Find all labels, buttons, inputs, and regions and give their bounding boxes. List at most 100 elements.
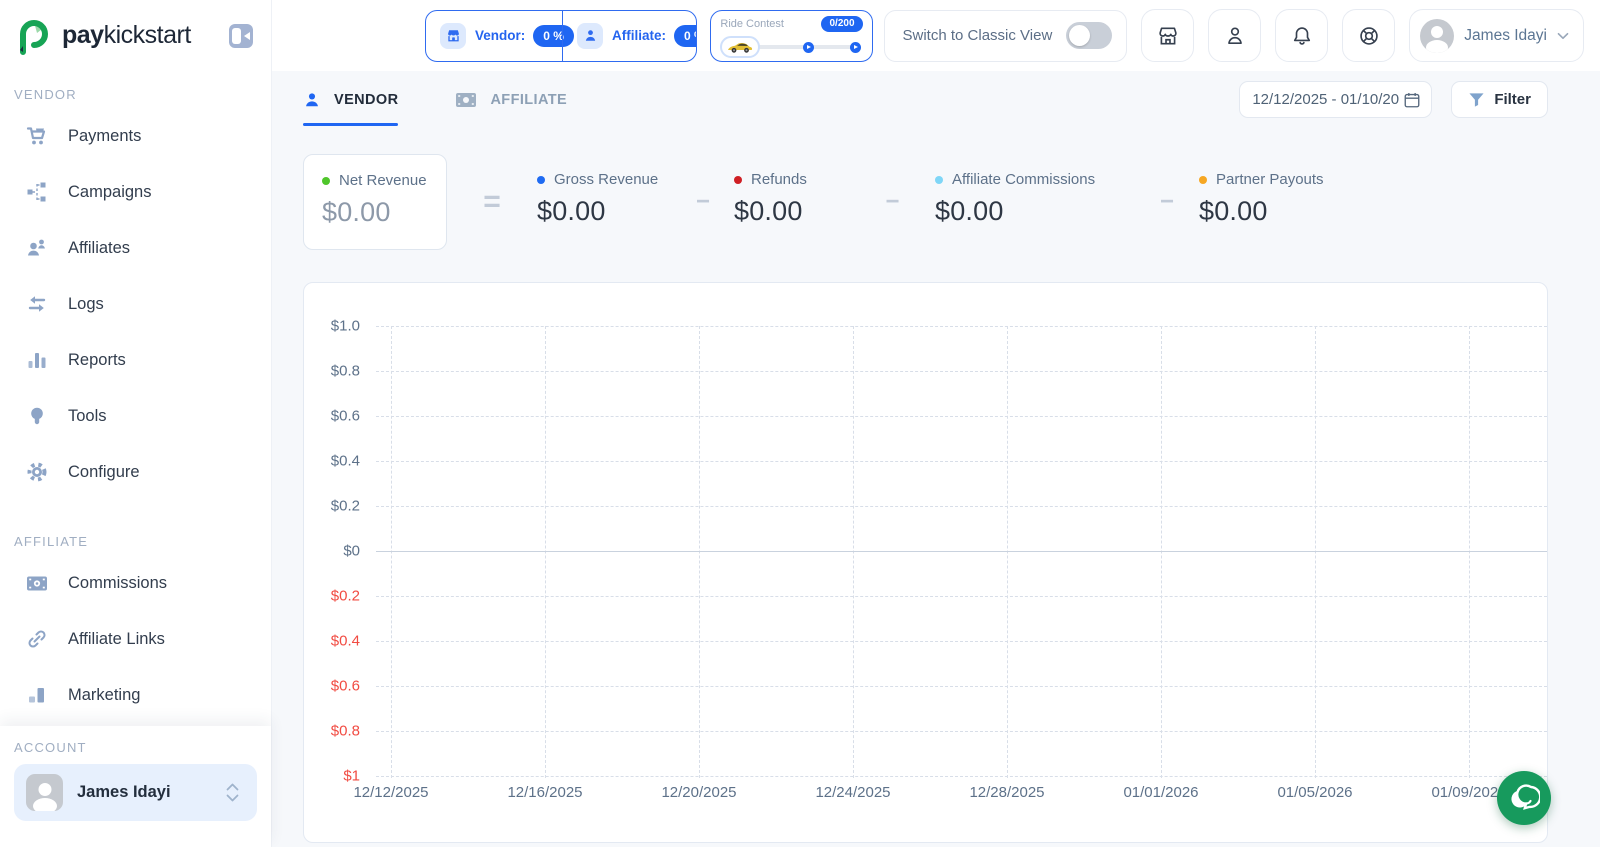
main-column: Vendor: 0 % Affiliate: 0 % Ride Contest … <box>272 0 1600 847</box>
storefront-icon <box>1157 25 1179 47</box>
bar-chart-icon <box>26 349 48 371</box>
tab-vendor[interactable]: VENDOR <box>303 71 399 128</box>
y-axis-tick-label: $0.6 <box>330 407 360 425</box>
sidebar-item-affiliates[interactable]: Affiliates <box>0 220 271 276</box>
logs-arrows-icon <box>26 293 48 315</box>
x-gridline <box>1469 326 1470 778</box>
affiliate-stat-label: Affiliate: <box>612 28 666 43</box>
chat-launcher-button[interactable] <box>1497 771 1551 825</box>
sidebar-item-label: Affiliates <box>68 238 131 257</box>
revenue-stats-row: Net Revenue $0.00 = Gross Revenue $0.00− Refu… <box>272 154 1600 250</box>
sidebar-item-reports[interactable]: Reports <box>0 332 271 388</box>
sidebar-item-commissions[interactable]: Commissions <box>0 555 271 611</box>
y-gridline <box>376 461 1547 462</box>
account-footer: ACCOUNT James Idayi <box>0 726 271 847</box>
logo-row: paykickstart <box>0 0 271 71</box>
banknote-icon <box>455 92 477 108</box>
y-axis-tick-label: $0 <box>343 542 360 560</box>
marketing-bars-icon <box>26 684 48 706</box>
sidebar-item-label: Configure <box>68 462 140 481</box>
help-buoy-icon <box>1358 25 1380 47</box>
affiliate-commissions-value: $0.00 <box>935 196 1004 226</box>
storefront-icon <box>440 22 466 49</box>
banknote-icon <box>26 572 48 594</box>
sidebar-item-configure[interactable]: Configure <box>0 444 271 500</box>
sidebar-item-logs[interactable]: Logs <box>0 276 271 332</box>
y-gridline <box>376 416 1547 417</box>
link-icon <box>26 628 48 650</box>
net-revenue-label: Net Revenue <box>339 172 427 189</box>
account-name: James Idayi <box>77 783 171 801</box>
sidebar-item-campaigns[interactable]: Campaigns <box>0 164 271 220</box>
lightbulb-icon <box>26 405 48 427</box>
y-gridline <box>376 506 1547 507</box>
date-range-input[interactable]: 12/12/2025 - 01/10/20 <box>1239 81 1433 118</box>
help-button[interactable] <box>1342 9 1396 62</box>
x-gridline <box>391 326 392 778</box>
y-gridline <box>376 371 1547 372</box>
x-gridline <box>1007 326 1008 778</box>
y-gridline <box>376 776 1547 777</box>
refunds-label: Refunds <box>751 171 807 188</box>
sidebar-item-tools[interactable]: Tools <box>0 388 271 444</box>
gross-revenue-value: $0.00 <box>537 196 606 226</box>
partner-payouts-dot <box>1199 175 1207 184</box>
revenue-chart: 12/12/2025 12/16/2025 12/20/2025 12/24/2025… <box>303 282 1548 843</box>
campaigns-icon <box>26 181 48 203</box>
affiliate-stat[interactable]: Affiliate: 0 % <box>562 10 697 61</box>
vendor-stat[interactable]: Vendor: 0 % <box>426 11 574 61</box>
partner-payouts-label: Partner Payouts <box>1216 171 1324 188</box>
tab-affiliate[interactable]: AFFILIATE <box>455 71 567 128</box>
filter-button[interactable]: Filter <box>1451 81 1548 118</box>
user-menu[interactable]: James Idayi <box>1409 9 1584 62</box>
date-range-value: 12/12/2025 - 01/10/20 <box>1252 91 1400 108</box>
stat-partner-payouts: Partner Payouts $0.00 <box>1199 154 1324 250</box>
topbar: Vendor: 0 % Affiliate: 0 % Ride Contest … <box>272 0 1600 71</box>
sidebar-item-label: Payments <box>68 126 142 145</box>
brand-light: kickstart <box>103 21 192 49</box>
classic-view-toggle[interactable] <box>1066 22 1113 49</box>
sidebar: paykickstart VENDOR Payments Campaigns Affi… <box>0 0 272 847</box>
sidebar-item-marketing[interactable]: Marketing <box>0 667 271 723</box>
account-switcher[interactable]: James Idayi <box>14 764 257 821</box>
x-axis-tick-label: 01/05/2026 <box>1277 784 1353 801</box>
gear-icon <box>26 461 48 483</box>
net-revenue-card[interactable]: Net Revenue $0.00 <box>303 154 447 250</box>
y-axis-tick-label: $0.8 <box>330 362 360 380</box>
x-axis-tick-label: 12/16/2025 <box>507 784 583 801</box>
sidebar-item-payments[interactable]: Payments <box>0 108 271 164</box>
x-gridline <box>853 326 854 778</box>
ride-contest-widget[interactable]: Ride Contest 0/200 <box>710 9 873 62</box>
sidebar-item-label: Reports <box>68 350 126 369</box>
x-axis-tick-label: 12/28/2025 <box>969 784 1045 801</box>
tabs-row: VENDOR AFFILIATE 12/12/2025 - 01/10/20 F… <box>272 71 1600 128</box>
marketplace-button[interactable] <box>1141 9 1195 62</box>
people-icon <box>26 237 48 259</box>
y-axis-tick-label: $1.0 <box>330 317 360 335</box>
stat-gross-revenue: Gross Revenue $0.00 <box>537 154 672 250</box>
collapse-pane <box>232 27 241 44</box>
date-filter-group: 12/12/2025 - 01/10/20 Filter <box>1239 81 1548 118</box>
collapse-arrow <box>244 31 250 40</box>
user-outline-icon <box>1224 25 1246 47</box>
x-axis-tick-label: 12/12/2025 <box>353 784 429 801</box>
profile-button[interactable] <box>1208 9 1262 62</box>
refunds-dot <box>734 175 742 184</box>
y-gridline <box>376 641 1547 642</box>
collapse-sidebar-icon[interactable] <box>229 23 253 48</box>
y-axis-tick-label: $0.2 <box>330 497 360 515</box>
sidebar-item-label: Campaigns <box>68 182 152 201</box>
chat-bubbles-icon <box>1508 783 1540 813</box>
refunds-value: $0.00 <box>734 196 803 226</box>
y-gridline <box>376 686 1547 687</box>
user-avatar <box>1420 18 1455 53</box>
sidebar-item-affiliate-links[interactable]: Affiliate Links <box>0 611 271 667</box>
calendar-icon <box>1403 91 1421 109</box>
y-gridline <box>376 731 1547 732</box>
paykickstart-logo-icon <box>14 16 54 56</box>
affiliate-stat-value: 0 % <box>674 24 697 47</box>
notifications-button[interactable] <box>1275 9 1329 62</box>
chevron-down-icon <box>1557 32 1569 40</box>
stat-affiliate-commissions: Affiliate Commissions $0.00 <box>935 154 1135 250</box>
cart-icon <box>26 125 48 147</box>
